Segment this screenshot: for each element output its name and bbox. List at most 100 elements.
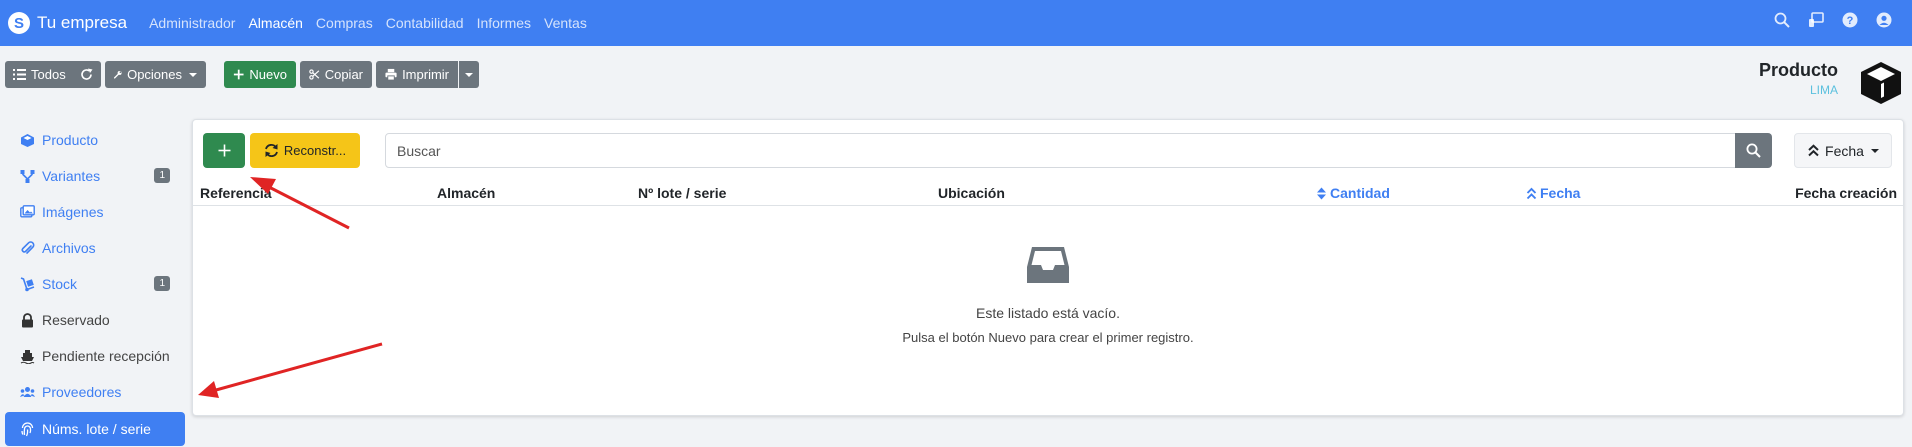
print-button-label: Imprimir (402, 67, 449, 82)
sort-icon (1317, 187, 1326, 199)
sidebar-item-reservado[interactable]: Reservado (5, 302, 185, 338)
sidebar-item-label: Producto (42, 132, 99, 148)
empty-state: Este listado está vacío. Pulsa el botón … (193, 245, 1903, 345)
empty-state-hint: Pulsa el botón Nuevo para crear el prime… (902, 330, 1194, 345)
copy-button-label: Copiar (324, 67, 363, 82)
sidebar-item-label: Pendiente recepción (42, 348, 170, 364)
plus-icon (218, 144, 230, 157)
sort-order-button[interactable]: Fecha (1794, 133, 1892, 168)
all-button-label: Todos (31, 67, 66, 82)
sidebar-item-label: Imágenes (42, 204, 104, 220)
nav-informes[interactable]: Informes (477, 15, 531, 31)
search-input[interactable] (385, 133, 1743, 168)
user-icon[interactable] (1876, 12, 1892, 28)
search-icon[interactable] (1774, 12, 1790, 28)
stock-count-badge: 1 (154, 276, 170, 291)
sidebar-item-producto[interactable]: Producto (5, 122, 185, 158)
monitor-icon[interactable] (1808, 12, 1824, 28)
column-referencia[interactable]: Referencia (200, 185, 272, 201)
nav-almacen[interactable]: Almacén (248, 15, 302, 31)
add-button[interactable] (203, 133, 245, 168)
double-chevron-up-icon (1808, 144, 1819, 157)
lot-serial-list-card: Reconstr... Fecha Referencia Almacén Nº … (192, 119, 1904, 416)
column-cantidad-label: Cantidad (1330, 185, 1390, 201)
column-lote-serie[interactable]: Nº lote / serie (638, 185, 726, 201)
column-fecha[interactable]: Fecha (1526, 185, 1580, 201)
images-icon (20, 204, 35, 217)
paperclip-icon (21, 240, 35, 254)
sync-icon (265, 144, 278, 157)
sidebar-item-label: Stock (42, 276, 78, 292)
dolly-icon (20, 276, 35, 291)
double-chevron-up-icon (1526, 187, 1537, 199)
fingerprint-icon (21, 421, 34, 436)
sidebar-item-label: Reservado (42, 312, 110, 328)
brand-name: Tu empresa (37, 13, 128, 32)
page-subtitle: LIMA (1809, 83, 1838, 97)
chevron-down-icon (189, 72, 197, 77)
options-button[interactable]: Opciones (105, 61, 206, 88)
list-icon (13, 69, 26, 80)
sidebar-item-label: Núms. lote / serie (42, 421, 151, 437)
ship-icon (20, 349, 35, 364)
scissors-icon (309, 69, 320, 80)
column-ubicacion[interactable]: Ubicación (938, 185, 1005, 201)
sidebar-item-archivos[interactable]: Archivos (5, 230, 185, 266)
sidebar-item-imagenes[interactable]: Imágenes (5, 194, 185, 230)
column-cantidad[interactable]: Cantidad (1316, 185, 1390, 201)
sidebar-item-label: Variantes (42, 168, 101, 184)
search-icon (1746, 143, 1761, 158)
print-dropdown-button[interactable] (459, 61, 479, 88)
nav-administrador[interactable]: Administrador (149, 15, 235, 31)
users-icon (20, 386, 35, 397)
sidebar-item-label: Proveedores (42, 384, 122, 400)
column-fecha-creacion[interactable]: Fecha creación (1795, 185, 1897, 201)
refresh-icon[interactable] (80, 68, 93, 81)
sitemap-icon (20, 169, 35, 183)
sort-order-label: Fecha (1825, 142, 1864, 159)
brand[interactable]: S Tu empresa (8, 12, 127, 34)
sidebar-item-label: Archivos (42, 240, 96, 256)
options-button-label: Opciones (127, 67, 182, 82)
top-navbar: S Tu empresa Administrador Almacén Compr… (0, 0, 1912, 46)
rebuild-button[interactable]: Reconstr... (250, 133, 360, 168)
page-title: Producto LIMA (1759, 60, 1838, 97)
page-title-text: Producto (1759, 60, 1838, 80)
sidebar-item-variantes[interactable]: Variantes 1 (5, 158, 185, 194)
cube-icon (21, 133, 34, 147)
rebuild-button-label: Reconstr... (283, 143, 347, 158)
sidebar-item-nums-lote-serie[interactable]: Núms. lote / serie (5, 412, 185, 446)
search-button[interactable] (1735, 133, 1772, 168)
column-fecha-label: Fecha (1540, 185, 1581, 201)
brand-logo-icon: S (8, 12, 30, 34)
column-almacen[interactable]: Almacén (437, 185, 495, 201)
new-button-label: Nuevo (249, 67, 287, 82)
print-button[interactable]: Imprimir (376, 61, 458, 88)
variants-count-badge: 1 (154, 168, 170, 183)
printer-icon (385, 68, 397, 81)
chevron-down-icon (1870, 148, 1879, 153)
all-button[interactable]: Todos (5, 61, 101, 88)
sidebar-item-pendiente-recepcion[interactable]: Pendiente recepción (5, 338, 185, 374)
empty-state-title: Este listado está vacío. (976, 305, 1120, 321)
nav-ventas[interactable]: Ventas (544, 15, 587, 31)
wrench-icon (114, 70, 122, 79)
chevron-down-icon (465, 72, 473, 77)
sidebar-item-proveedores[interactable]: Proveedores (5, 374, 185, 410)
sidebar: Producto Variantes 1 Imágenes Archivos S… (5, 122, 185, 446)
nav-compras[interactable]: Compras (316, 15, 373, 31)
plus-icon (233, 69, 244, 80)
table-header: Referencia Almacén Nº lote / serie Ubica… (193, 181, 1903, 206)
svg-text:?: ? (1847, 15, 1854, 27)
inbox-icon (1027, 247, 1069, 283)
sidebar-item-stock[interactable]: Stock 1 (5, 266, 185, 302)
toolbar: Todos Opciones Nuevo Copiar Imprimir (5, 61, 479, 88)
help-icon[interactable]: ? (1842, 12, 1858, 28)
copy-button[interactable]: Copiar (300, 61, 372, 88)
lock-icon (22, 312, 33, 327)
nav-contabilidad[interactable]: Contabilidad (386, 15, 464, 31)
navbar-icons: ? (1774, 12, 1892, 28)
cube-icon (1861, 62, 1901, 104)
main-menu: Administrador Almacén Compras Contabilid… (149, 15, 600, 31)
new-button[interactable]: Nuevo (224, 61, 296, 88)
